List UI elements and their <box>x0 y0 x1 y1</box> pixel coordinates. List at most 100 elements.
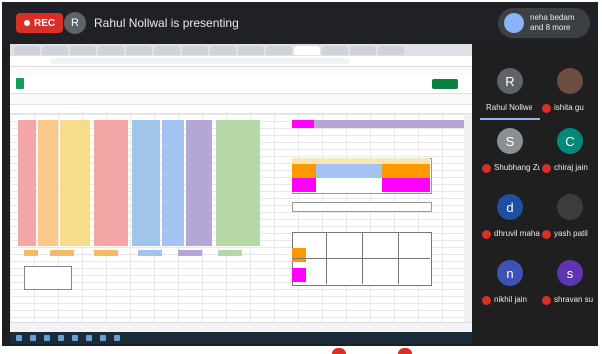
summary-cell <box>50 250 74 256</box>
participant-name: Shubhang Zu... <box>494 163 540 172</box>
colored-column <box>94 120 128 246</box>
orange-cell <box>292 164 316 178</box>
browser-tab[interactable] <box>266 46 292 55</box>
colored-column <box>18 120 36 246</box>
taskbar-app-icon[interactable] <box>86 335 92 341</box>
recording-badge: REC <box>16 13 64 33</box>
participant-tile[interactable]: ishita gu <box>540 64 598 120</box>
mic-muted-icon <box>542 230 551 239</box>
address-bar[interactable] <box>50 58 350 64</box>
avatar: d <box>497 194 523 220</box>
reaction-icon <box>398 348 412 354</box>
participant-tile[interactable]: d dhruvil maha... <box>480 190 540 246</box>
formula-bar[interactable] <box>10 105 472 114</box>
avatar: n <box>497 260 523 286</box>
colored-column <box>186 120 212 246</box>
header-accent-cell <box>292 120 314 128</box>
spreadsheet-toolbar <box>10 94 472 105</box>
participant-name: ishita gu <box>554 103 584 112</box>
orange-cell <box>382 164 430 178</box>
sheets-logo-icon <box>16 78 24 89</box>
recording-dot-icon <box>24 20 30 26</box>
avatar: C <box>557 128 583 154</box>
summary-cell <box>24 250 38 256</box>
participant-name: dhruvil maha... <box>494 229 540 238</box>
browser-tab[interactable] <box>154 46 180 55</box>
reaction-icon <box>332 348 346 354</box>
colored-column <box>216 120 260 246</box>
table-divider <box>292 258 430 259</box>
colored-column <box>60 120 90 246</box>
colored-column <box>132 120 160 246</box>
participant-name: chiraj jain <box>554 163 588 172</box>
presenting-status: Rahul Nollwal is presenting <box>94 16 239 30</box>
mic-muted-icon <box>482 164 491 173</box>
mic-muted-icon <box>542 104 551 113</box>
avatar <box>557 68 583 94</box>
taskbar-app-icon[interactable] <box>58 335 64 341</box>
participant-tile[interactable]: n nikhil jain <box>480 256 540 312</box>
browser-tab[interactable] <box>42 46 68 55</box>
browser-tab[interactable] <box>238 46 264 55</box>
recording-label: REC <box>34 17 56 29</box>
avatar <box>504 13 524 33</box>
browser-tab[interactable] <box>70 46 96 55</box>
meeting-top-bar: REC R Rahul Nollwal is presenting neha b… <box>2 2 598 44</box>
other-participants-chip[interactable]: neha bedam and 8 more <box>498 8 590 38</box>
participant-name: yash patil <box>554 229 588 238</box>
taskbar-app-icon[interactable] <box>100 335 106 341</box>
participant-name: shravan su <box>554 295 594 304</box>
avatar: s <box>557 260 583 286</box>
participant-tile[interactable]: Cchiraj jain <box>540 124 598 180</box>
label-row <box>292 202 432 212</box>
bottom-strip <box>0 346 602 354</box>
browser-tab[interactable] <box>14 46 40 55</box>
meeting-window: REC R Rahul Nollwal is presenting neha b… <box>2 2 598 350</box>
orange-cell <box>292 248 306 262</box>
participant-tile[interactable]: S Shubhang Zu... <box>480 124 540 180</box>
participant-tile[interactable]: R Rahul Nollwal <box>480 64 540 120</box>
taskbar-app-icon[interactable] <box>30 335 36 341</box>
avatar: R <box>497 68 523 94</box>
browser-tab[interactable] <box>322 46 348 55</box>
summary-cell <box>94 250 118 256</box>
magenta-cell <box>292 178 316 192</box>
mic-muted-icon <box>542 164 551 173</box>
participant-name: Rahul Nollwal <box>486 103 532 112</box>
participant-tile[interactable]: s shravan su <box>540 256 598 312</box>
avatar <box>557 194 583 220</box>
share-button[interactable] <box>432 79 458 89</box>
browser-tab[interactable] <box>210 46 236 55</box>
participant-name: nikhil jain <box>494 295 527 304</box>
taskbar-app-icon[interactable] <box>44 335 50 341</box>
magenta-cell <box>382 178 430 192</box>
vertical-scrollbar[interactable] <box>464 114 472 322</box>
taskbar-app-icon[interactable] <box>72 335 78 341</box>
others-count: and 8 more <box>530 23 571 32</box>
address-bar-row <box>10 56 472 67</box>
header-strip <box>292 120 466 128</box>
mic-muted-icon <box>482 296 491 305</box>
browser-tab[interactable] <box>98 46 124 55</box>
avatar: S <box>497 128 523 154</box>
summary-cell <box>138 250 162 256</box>
notes-box <box>24 266 72 290</box>
browser-tab-strip <box>10 44 472 56</box>
blue-cell <box>316 164 382 178</box>
spreadsheet-header <box>10 75 472 94</box>
browser-tab[interactable] <box>378 46 404 55</box>
browser-tab[interactable] <box>126 46 152 55</box>
spreadsheet-grid[interactable] <box>10 114 472 322</box>
browser-tab[interactable] <box>182 46 208 55</box>
browser-tab[interactable] <box>350 46 376 55</box>
magenta-cell <box>292 268 306 282</box>
mic-muted-icon <box>482 230 491 239</box>
others-name: neha bedam <box>530 13 575 22</box>
browser-tab-active[interactable] <box>294 46 320 55</box>
participant-tile[interactable]: yash patil <box>540 190 598 246</box>
start-icon[interactable] <box>16 335 22 341</box>
os-taskbar <box>10 332 472 344</box>
taskbar-app-icon[interactable] <box>114 335 120 341</box>
speaking-indicator <box>480 118 540 120</box>
colored-column <box>162 120 184 246</box>
